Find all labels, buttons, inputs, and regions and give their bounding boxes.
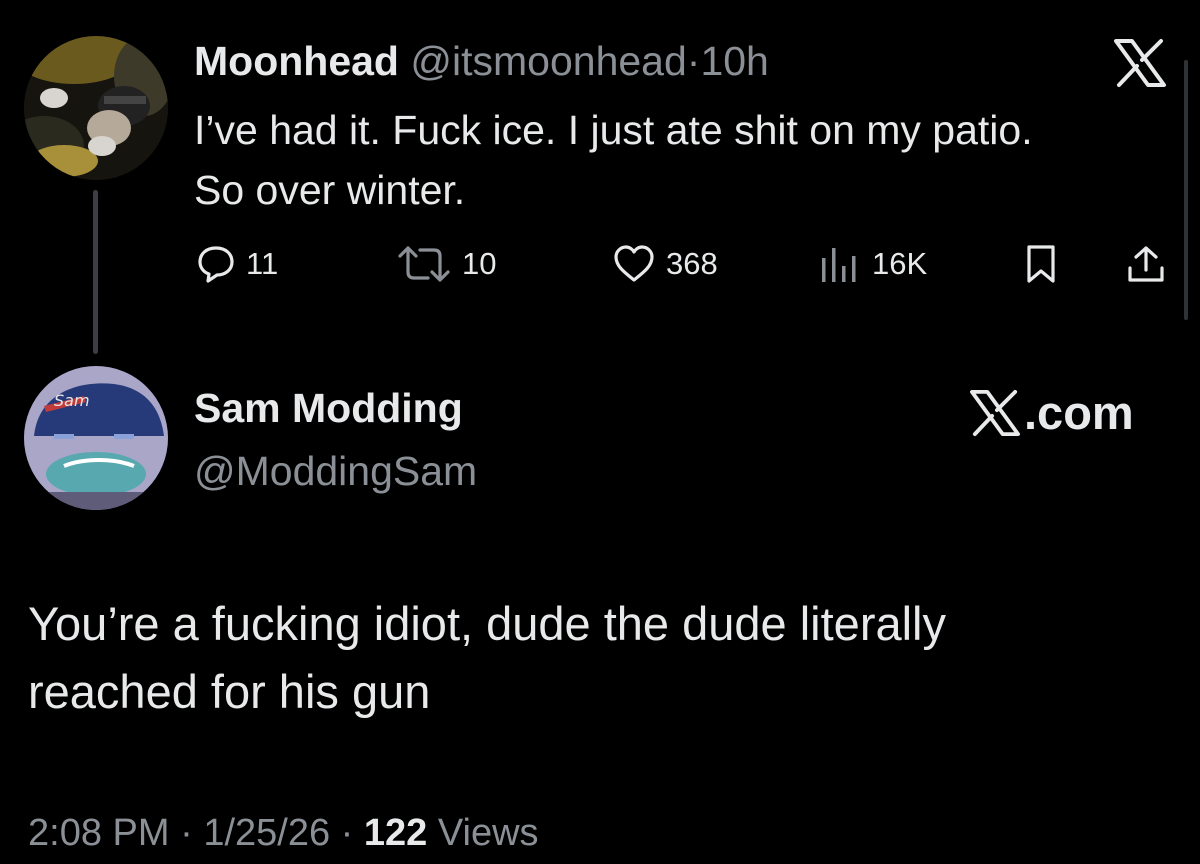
scrollbar[interactable] — [1184, 60, 1188, 320]
share-icon — [1128, 246, 1164, 282]
parent-author-name[interactable]: Moonhead — [194, 38, 399, 84]
share-button[interactable] — [1124, 244, 1168, 284]
views-count: 16K — [872, 246, 928, 281]
x-com-watermark: .com — [968, 386, 1134, 440]
parent-tweet-time[interactable]: 10h — [700, 38, 768, 84]
svg-text:Sam: Sam — [54, 391, 90, 410]
parent-tweet-header: Moonhead @itsmoonhead·10h — [194, 36, 769, 86]
meta-separator: · — [169, 812, 204, 854]
x-logo-icon — [1112, 38, 1168, 88]
reply-tweet-line-2: reached for his gun — [28, 665, 431, 718]
reply-author-handle[interactable]: @ModdingSam — [194, 446, 477, 496]
meta-separator: · — [330, 812, 364, 854]
header-separator: · — [686, 38, 701, 84]
like-button[interactable]: 368 — [612, 244, 718, 284]
reply-author-name[interactable]: Sam Modding — [194, 383, 463, 433]
heart-icon — [614, 245, 654, 282]
views-chart-icon — [822, 248, 856, 282]
post-date[interactable]: 1/25/26 — [203, 812, 330, 854]
post-views-label: Views — [427, 812, 539, 854]
repost-button[interactable]: 10 — [396, 244, 496, 284]
bookmark-icon — [1027, 245, 1055, 283]
parent-author-handle[interactable]: @itsmoonhead — [410, 38, 686, 84]
reply-tweet-text: You’re a fucking idiot, dude the dude li… — [28, 590, 1178, 726]
repost-icon — [398, 246, 450, 282]
bookmark-button[interactable] — [1024, 244, 1058, 284]
parent-tweet-line-2: So over winter. — [194, 167, 466, 213]
x-com-label: .com — [1024, 386, 1134, 439]
reply-tweet-line-1: You’re a fucking idiot, dude the dude li… — [28, 597, 946, 650]
post-time[interactable]: 2:08 PM — [28, 812, 170, 854]
reply-count: 11 — [246, 246, 279, 281]
sam-modding-avatar-image: Sam — [24, 366, 168, 510]
sam-modding-avatar[interactable]: Sam — [24, 366, 168, 510]
reply-tweet-meta: 2:08 PM · 1/25/26 · 122 Views — [28, 808, 539, 858]
parent-tweet-actions: 11 10 368 16K — [0, 236, 1200, 296]
post-views-count: 122 — [363, 812, 428, 854]
reply-button[interactable]: 11 — [196, 244, 278, 284]
moonhead-avatar-image — [24, 36, 168, 180]
repost-count: 10 — [462, 246, 497, 281]
moonhead-avatar[interactable] — [24, 36, 168, 180]
tweet-screenshot: Moonhead @itsmoonhead·10h I’ve had it. F… — [0, 0, 1200, 864]
parent-tweet-text: I’ve had it. Fuck ice. I just ate shit o… — [194, 100, 1184, 220]
x-logo-icon — [970, 389, 1020, 437]
like-count: 368 — [666, 246, 718, 281]
views-button[interactable]: 16K — [818, 244, 927, 284]
reply-icon — [198, 246, 234, 283]
parent-tweet-line-1: I’ve had it. Fuck ice. I just ate shit o… — [194, 107, 1033, 153]
